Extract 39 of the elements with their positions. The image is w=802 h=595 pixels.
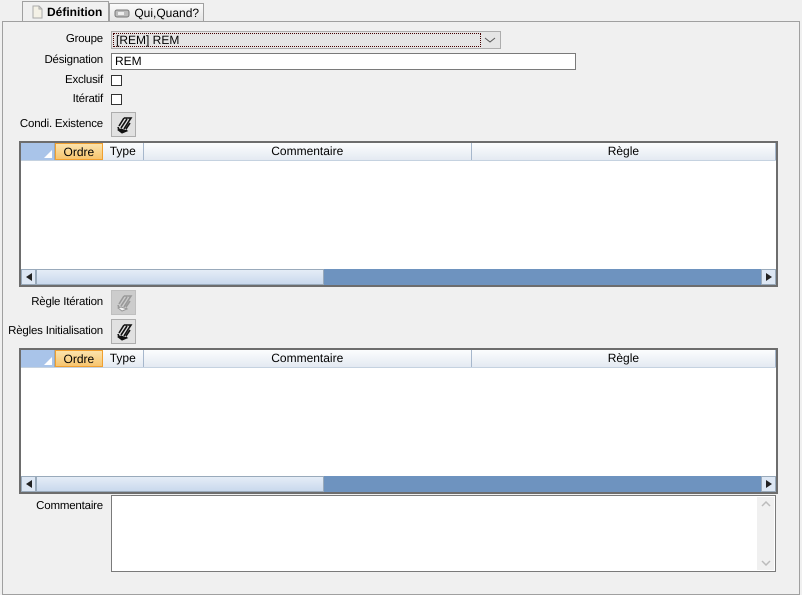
right-arrow-icon	[766, 273, 772, 281]
column-header[interactable]: Type	[102, 143, 144, 160]
left-arrow-icon	[26, 273, 32, 281]
column-header[interactable]: Commentaire	[144, 350, 472, 367]
column-header[interactable]: Commentaire	[144, 143, 472, 160]
column-header[interactable]: Ordre	[54, 350, 103, 367]
rule-button[interactable]	[111, 112, 136, 137]
horizontal-scrollbar[interactable]	[21, 269, 776, 285]
select-all-cell[interactable]	[21, 350, 55, 367]
chevron-down-icon	[760, 560, 770, 566]
field-label: Groupe	[64, 32, 104, 47]
left-arrow-icon	[26, 480, 32, 488]
field-label: Règle Itération	[30, 294, 104, 310]
checkbox[interactable]	[111, 75, 122, 86]
group-dropdown[interactable]: [REM] REM	[111, 30, 501, 48]
field-label: Itératif	[72, 92, 104, 107]
column-header[interactable]: Ordre	[54, 143, 103, 160]
column-header[interactable]: Règle	[472, 350, 776, 367]
designation-field[interactable]: REM	[111, 52, 576, 70]
select-all-cell[interactable]	[21, 143, 55, 160]
corner-icon	[44, 150, 52, 158]
device-icon	[114, 8, 130, 18]
column-header[interactable]: Règle	[472, 143, 776, 160]
right-arrow-icon	[766, 480, 772, 488]
document-icon	[31, 4, 43, 18]
field-label: Commentaire	[35, 499, 104, 514]
comment-field[interactable]	[111, 495, 776, 572]
corner-icon	[44, 357, 52, 365]
field-label: Désignation	[43, 53, 104, 68]
rule-button[interactable]	[111, 319, 136, 344]
horizontal-scrollbar[interactable]	[21, 476, 776, 492]
chevron-up-icon	[760, 501, 770, 507]
field-label: Règles Initialisation	[7, 324, 104, 339]
field-label: Condi. Existence	[18, 116, 104, 132]
checkbox[interactable]	[111, 94, 122, 105]
field-label: Exclusif	[64, 72, 104, 88]
column-header[interactable]: Type	[102, 350, 144, 367]
tab[interactable]: Définition	[22, 1, 110, 21]
tab[interactable]: Qui,Quand?	[109, 3, 204, 21]
